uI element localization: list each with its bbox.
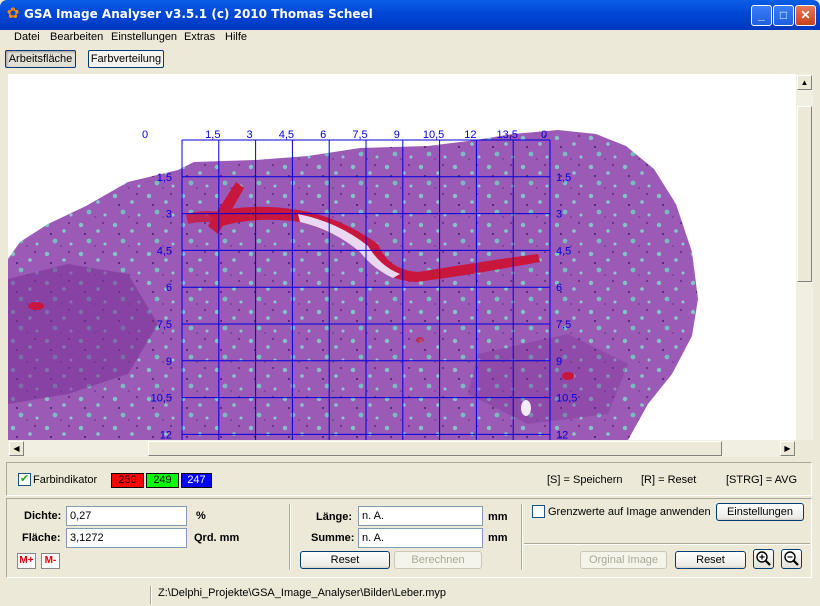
flaeche-unit: Qrd. mm <box>194 532 240 544</box>
menu-bearbeiten[interactable]: Bearbeiten <box>50 31 103 43</box>
grid-right-label: 3 <box>556 209 562 221</box>
zoom-out-button[interactable] <box>781 549 802 569</box>
grid-row-label: 9 <box>166 356 172 368</box>
laenge-label: Länge: <box>316 511 353 523</box>
status-divider <box>150 586 152 604</box>
grid-right-label: 4,5 <box>556 245 571 257</box>
grid-right-label: 12 <box>556 429 568 440</box>
menu-datei[interactable]: Datei <box>14 31 40 43</box>
tissue-image: 0 1,5 3 4,5 6 7,5 9 10,5 12 13,5 0 1,5 3 4,5 6 7,5 9 10,5… <box>8 129 698 440</box>
app-icon: ✿ <box>6 5 20 22</box>
menu-hilfe[interactable]: Hilfe <box>225 31 247 43</box>
grid-right-label: 9 <box>556 356 562 368</box>
grid-row-label: 6 <box>166 282 172 294</box>
grid-top-label: 12 <box>464 129 476 141</box>
dichte-field[interactable]: 0,27 <box>66 506 187 526</box>
grid-top-label: 13,5 <box>496 129 517 141</box>
laenge-unit: mm <box>488 511 508 523</box>
vertical-scroll-thumb[interactable] <box>797 106 812 282</box>
horizontal-scrollbar[interactable]: ◀ ▶ <box>8 440 796 457</box>
title-bar[interactable]: ✿ GSA Image Analyser v3.5.1 (c) 2010 Tho… <box>0 0 820 30</box>
grid-right-label: 10,5 <box>556 393 577 405</box>
window-title: GSA Image Analyser v3.5.1 (c) 2010 Thoma… <box>24 7 373 21</box>
grenzwerte-label: Grenzwerte auf Image anwenden <box>548 506 711 518</box>
grid-row-label: 3 <box>166 209 172 221</box>
divider-right <box>521 504 523 570</box>
summe-unit: mm <box>488 532 508 544</box>
memory-plus-button[interactable]: M+ <box>17 553 36 569</box>
scroll-left-button[interactable]: ◀ <box>9 441 24 456</box>
divider-threshold <box>524 543 810 545</box>
grid-top-label: 0 <box>142 129 148 141</box>
grid-top-label: 0 <box>541 129 547 141</box>
horizontal-scroll-thumb[interactable] <box>148 441 722 456</box>
flaeche-field[interactable]: 3,1272 <box>66 528 187 548</box>
grid-row-label: 4,5 <box>157 245 172 257</box>
divider-left <box>289 504 291 570</box>
scroll-right-button[interactable]: ▶ <box>780 441 795 456</box>
close-button[interactable]: ✕ <box>795 5 816 26</box>
grid-top-label: 6 <box>320 129 326 141</box>
menu-extras[interactable]: Extras <box>184 31 215 43</box>
flaeche-label: Fläche: <box>22 532 61 544</box>
grid-right-label: 7,5 <box>556 319 571 331</box>
menu-bar: Datei Bearbeiten Einstellungen Extras Hi… <box>0 30 820 46</box>
memory-minus-button[interactable]: M- <box>41 553 60 569</box>
laenge-field[interactable]: n. A. <box>358 506 483 526</box>
zoom-out-icon <box>784 551 799 566</box>
grid-row-label: 10,5 <box>151 393 172 405</box>
grid-top-label: 3 <box>247 129 253 141</box>
zoom-in-button[interactable] <box>753 549 774 569</box>
grid-right-label: 6 <box>556 282 562 294</box>
green-value-chip: 249 <box>146 473 179 488</box>
scroll-up-button[interactable]: ▲ <box>797 75 812 90</box>
grid-top-label: 9 <box>394 129 400 141</box>
minimize-button[interactable]: _ <box>751 5 772 26</box>
red-value-chip: 250 <box>111 473 144 488</box>
grid-top-label: 7,5 <box>352 129 367 141</box>
grid-top-label: 1,5 <box>205 129 220 141</box>
zoom-in-icon <box>756 551 771 566</box>
dichte-unit: % <box>196 510 206 522</box>
reset-measure-button[interactable]: Reset <box>300 551 390 569</box>
tab-farbverteilung[interactable]: Farbverteilung <box>88 50 164 68</box>
grid-row-label: 12 <box>160 429 172 440</box>
summe-field[interactable]: n. A. <box>358 528 483 548</box>
grid-top-label: 4,5 <box>279 129 294 141</box>
tab-arbeitsflaeche[interactable]: Arbeitsfläche <box>5 50 76 68</box>
reset-image-button[interactable]: Reset <box>675 551 746 569</box>
original-image-button[interactable]: Orginal Image <box>580 551 667 569</box>
scroll-corner <box>796 440 813 457</box>
image-canvas[interactable]: 0 1,5 3 4,5 6 7,5 9 10,5 12 13,5 0 1,5 3 4,5 6 7,5 9 10,5… <box>8 74 796 440</box>
summe-label: Summe: <box>311 532 355 544</box>
maximize-button[interactable]: □ <box>773 5 794 26</box>
hotkey-save: [S] = Speichern <box>547 474 623 486</box>
grid-row-label: 7,5 <box>157 319 172 331</box>
grid-top-label: 10,5 <box>423 129 444 141</box>
dichte-label: Dichte: <box>24 510 62 522</box>
menu-einstellungen[interactable]: Einstellungen <box>111 31 177 43</box>
grenzwerte-checkbox[interactable] <box>532 505 545 518</box>
blue-value-chip: 247 <box>181 473 212 488</box>
berechnen-button[interactable]: Berechnen <box>394 551 482 569</box>
grid-row-label: 1,5 <box>157 172 172 184</box>
status-path: Z:\Delphi_Projekte\GSA_Image_Analyser\Bi… <box>158 587 446 599</box>
grid-right-label: 1,5 <box>556 172 571 184</box>
farbindikator-checkbox[interactable]: ✔ <box>18 473 31 486</box>
hotkey-avg: [STRG] = AVG <box>726 474 798 486</box>
hotkey-reset: [R] = Reset <box>641 474 697 486</box>
farbindikator-label: Farbindikator <box>33 474 98 486</box>
vertical-scrollbar[interactable]: ▲ <box>796 74 813 440</box>
einstellungen-button[interactable]: Einstellungen <box>716 503 804 521</box>
